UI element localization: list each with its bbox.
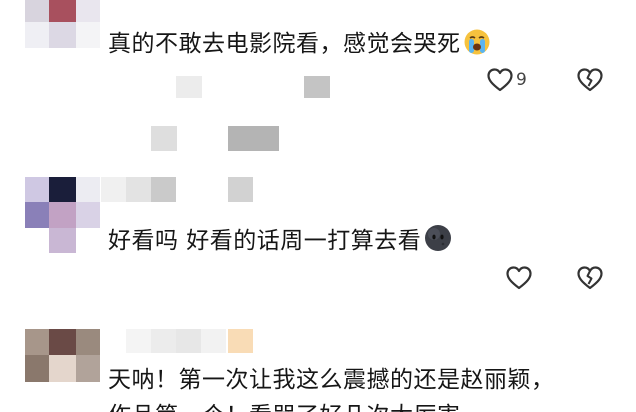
comment-body: 好看吗 好看的话周一打算去看 xyxy=(108,228,422,254)
heart-icon xyxy=(487,68,513,92)
comment-text: 好看吗 好看的话周一打算去看 xyxy=(108,223,453,260)
comment-body-continued: 作品第一个！看哭了好几次太厉害 xyxy=(108,403,461,412)
comment-text: 真的不敢去电影院看，感觉会哭死 xyxy=(108,28,491,63)
new-moon-face-icon xyxy=(423,223,453,260)
comment-text-line-2: 作品第一个！看哭了好几次太厉害 xyxy=(108,402,461,412)
dislike-button[interactable] xyxy=(576,265,604,291)
comment-body: 天呐！第一次让我这么震撼的还是赵丽颖， xyxy=(108,367,555,393)
like-button[interactable] xyxy=(505,265,533,291)
broken-heart-icon xyxy=(577,266,603,290)
loudly-crying-face-icon xyxy=(463,28,491,63)
comment-body: 真的不敢去电影院看，感觉会哭死 xyxy=(108,31,461,57)
broken-heart-icon xyxy=(577,68,603,92)
like-button[interactable]: 9 xyxy=(486,67,527,93)
like-count: 9 xyxy=(516,70,527,90)
heart-icon xyxy=(506,266,532,290)
comment-text: 天呐！第一次让我这么震撼的还是赵丽颖， xyxy=(108,366,555,394)
comment-feed: 真的不敢去电影院看，感觉会哭死 9 好看吗 好看的话周一打算去看 天呐！第一次让… xyxy=(0,0,636,412)
dislike-button[interactable] xyxy=(576,67,604,93)
